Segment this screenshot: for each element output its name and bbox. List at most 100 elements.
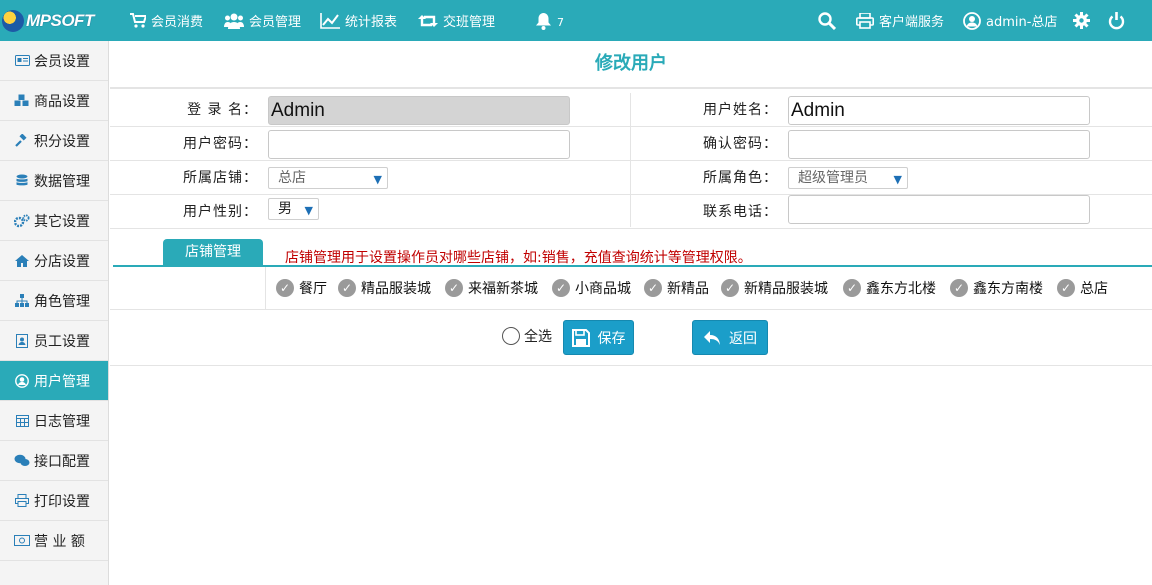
- sitemap-icon: [14, 294, 30, 308]
- sidebar-item-member-settings[interactable]: 会员设置: [0, 41, 108, 81]
- power-icon: [1108, 11, 1125, 30]
- form-row-2: 用户密码： 确认密码：: [110, 127, 1152, 161]
- bell-icon: [535, 12, 552, 30]
- notification-count: 7: [557, 16, 564, 29]
- store-checkbox[interactable]: ✓ 来福新茶城: [445, 277, 538, 299]
- app-logo[interactable]: MPSOFT: [2, 8, 94, 34]
- form-row-4: 用户性别： 男 ▼ 联系电话：: [110, 195, 1152, 229]
- nav-notifications[interactable]: 7: [535, 0, 564, 41]
- sidebar-item-print-settings[interactable]: 打印设置: [0, 481, 108, 521]
- check-icon: ✓: [644, 279, 662, 297]
- nav-member-manage[interactable]: 会员管理: [224, 0, 301, 41]
- sidebar-item-staff-settings[interactable]: 员工设置: [0, 321, 108, 361]
- chevron-down-icon: ▼: [373, 173, 382, 186]
- sidebar-item-data-management[interactable]: 数据管理: [0, 161, 108, 201]
- form-row-1: 登 录 名： Admin 用户姓名： Admin: [110, 93, 1152, 127]
- store-management-note: 店铺管理用于设置操作员对哪些店铺，如:销售，充值查询统计等管理权限。: [285, 250, 752, 266]
- nav-shift[interactable]: 交班管理: [418, 0, 495, 41]
- search-icon: [818, 11, 836, 30]
- sidebar-item-user-management[interactable]: 用户管理: [0, 361, 108, 401]
- login-name-label: 登 录 名：: [187, 102, 258, 118]
- store-checkbox[interactable]: ✓ 新精品服装城: [721, 277, 828, 299]
- user-name-input[interactable]: Admin: [788, 96, 1090, 125]
- save-button[interactable]: 保存: [563, 320, 634, 355]
- store-checkbox[interactable]: ✓ 新精品: [644, 277, 709, 299]
- logo-text: MPSOFT: [26, 11, 94, 30]
- tab-store-management[interactable]: 店铺管理: [163, 239, 263, 266]
- user-circle-icon: [963, 11, 981, 30]
- confirm-password-label: 确认密码：: [703, 136, 778, 152]
- settings-button[interactable]: [1073, 0, 1095, 41]
- password-input[interactable]: [268, 130, 570, 159]
- top-bar: MPSOFT 会员消费 会员管理 统计报表 交班管理 7 客户端服务 admin…: [0, 0, 1152, 41]
- client-service-link[interactable]: 客户端服务: [856, 0, 944, 41]
- gender-select[interactable]: 男 ▼: [268, 198, 319, 220]
- cart-icon: [130, 13, 146, 28]
- confirm-password-input[interactable]: [788, 130, 1090, 159]
- check-icon: ✓: [552, 279, 570, 297]
- store-checkbox[interactable]: ✓ 鑫东方北楼: [843, 277, 936, 299]
- check-icon: ✓: [1057, 279, 1075, 297]
- database-icon: [14, 174, 30, 188]
- sidebar-item-revenue[interactable]: 营 业 额: [0, 521, 108, 561]
- form-row-3: 所属店铺： 总店 ▼ 所属角色： 超级管理员 ▼: [110, 161, 1152, 195]
- password-label: 用户密码：: [183, 136, 258, 152]
- sidebar-item-other-settings[interactable]: 其它设置: [0, 201, 108, 241]
- page-title: 修改用户: [110, 41, 1152, 89]
- chevron-down-icon: ▼: [893, 173, 902, 186]
- store-row-divider: [265, 267, 266, 310]
- badge-icon: [14, 333, 30, 348]
- nav-statistics[interactable]: 统计报表: [320, 0, 397, 41]
- sidebar-item-api-config[interactable]: 接口配置: [0, 441, 108, 481]
- check-icon: ✓: [445, 279, 463, 297]
- store-checkbox[interactable]: ✓ 总店: [1057, 277, 1108, 299]
- gear-icon: [1073, 12, 1090, 29]
- store-checkbox[interactable]: ✓ 餐厅: [276, 277, 327, 299]
- gender-label: 用户性别：: [183, 204, 258, 220]
- sidebar-item-branch-settings[interactable]: 分店设置: [0, 241, 108, 281]
- check-icon: ✓: [721, 279, 739, 297]
- users-icon: [224, 13, 244, 29]
- check-icon: ✓: [276, 279, 294, 297]
- role-select[interactable]: 超级管理员 ▼: [788, 167, 908, 189]
- cogs-icon: [14, 214, 30, 228]
- check-icon: ✓: [950, 279, 968, 297]
- check-icon: ✓: [843, 279, 861, 297]
- phone-input[interactable]: [788, 195, 1090, 224]
- nav-member-consume[interactable]: 会员消费: [130, 0, 203, 41]
- login-name-input[interactable]: Admin: [268, 96, 570, 125]
- logout-button[interactable]: [1108, 0, 1130, 41]
- gavel-icon: [14, 133, 30, 148]
- user-menu[interactable]: admin-总店: [963, 0, 1057, 41]
- sidebar-item-role-management[interactable]: 角色管理: [0, 281, 108, 321]
- sidebar-item-log-management[interactable]: 日志管理: [0, 401, 108, 441]
- back-button[interactable]: 返回: [692, 320, 768, 355]
- phone-label: 联系电话：: [703, 204, 778, 220]
- calendar-icon: [14, 414, 30, 428]
- store-checkbox[interactable]: ✓ 鑫东方南楼: [950, 277, 1043, 299]
- select-all-radio[interactable]: 全选: [502, 326, 552, 346]
- logo-globe-icon: [2, 10, 24, 32]
- action-row: 全选 保存 返回: [110, 311, 1152, 366]
- role-label: 所属角色：: [703, 170, 778, 186]
- user-name-label: 用户姓名：: [703, 102, 778, 118]
- sidebar-item-points-settings[interactable]: 积分设置: [0, 121, 108, 161]
- money-icon: [14, 534, 30, 548]
- store-checkbox[interactable]: ✓ 精品服装城: [338, 277, 431, 299]
- id-card-icon: [14, 54, 30, 68]
- main-content: 修改用户 登 录 名： Admin 用户姓名： Admin 用户密码： 确认密码…: [110, 41, 1152, 585]
- form-column-divider: [630, 93, 631, 227]
- chat-icon: [14, 454, 30, 468]
- printer-icon: [856, 12, 874, 29]
- floppy-disk-icon: [571, 328, 590, 347]
- store-select[interactable]: 总店 ▼: [268, 167, 388, 189]
- search-button[interactable]: [818, 0, 841, 41]
- check-icon: ✓: [338, 279, 356, 297]
- store-checkbox[interactable]: ✓ 小商品城: [552, 277, 631, 299]
- sidebar-item-product-settings[interactable]: 商品设置: [0, 81, 108, 121]
- store-label: 所属店铺：: [183, 170, 258, 186]
- chart-line-icon: [320, 12, 340, 29]
- home-icon: [14, 254, 30, 268]
- cubes-icon: [14, 94, 30, 108]
- print-icon: [14, 494, 30, 508]
